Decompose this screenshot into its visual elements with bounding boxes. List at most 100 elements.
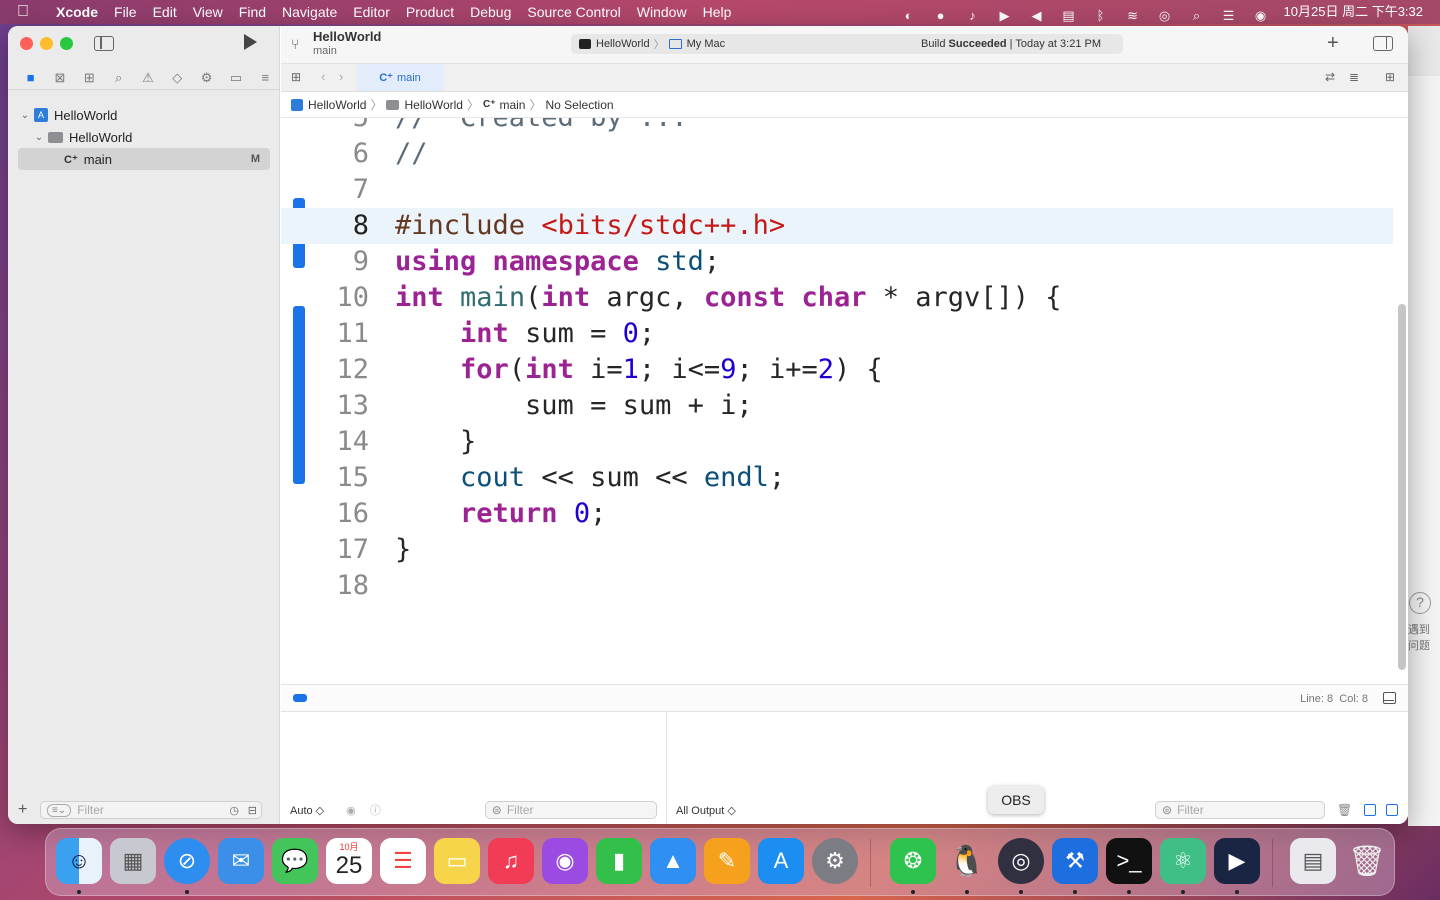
calendar-icon[interactable]: 10月 25 <box>326 838 372 884</box>
close-window-button[interactable] <box>20 37 33 50</box>
split-editor-icon[interactable]: ⊞ <box>1385 70 1395 84</box>
siri-icon[interactable]: ◉ <box>1252 4 1270 23</box>
menu-source-control[interactable]: Source Control <box>519 4 628 20</box>
eye-icon[interactable]: ◉ <box>346 804 356 817</box>
wifi-icon[interactable]: ≋ <box>1124 4 1142 23</box>
finder-icon[interactable]: ☺ <box>56 838 102 884</box>
control-center-icon[interactable]: ☰ <box>1220 4 1238 23</box>
hide-debug-area-icon[interactable] <box>1383 692 1396 704</box>
test-navigator-icon[interactable]: ◇ <box>163 70 192 86</box>
editor-options-icon[interactable]: ≣ <box>1349 70 1359 84</box>
atom-icon[interactable]: ⚛ <box>1160 838 1206 884</box>
jump-bar-item[interactable]: No Selection <box>546 98 614 112</box>
bluetooth-icon[interactable]: ᛒ <box>1092 4 1110 23</box>
trash-icon[interactable]: 🗑 <box>1337 803 1352 817</box>
navigator-filter-field[interactable]: ≡⌄ Filter ◷ ⊟ <box>40 801 262 819</box>
qq-icon[interactable]: 🐧 <box>944 838 990 884</box>
toggle-navigator-icon[interactable] <box>94 36 114 51</box>
menu-find[interactable]: Find <box>231 4 274 20</box>
project-navigator-icon[interactable]: ■ <box>16 70 45 85</box>
wechat-icon[interactable]: ❂ <box>890 838 936 884</box>
recent-files-icon[interactable]: ◷ <box>229 804 239 817</box>
source-control-navigator-icon[interactable]: ⊠ <box>45 70 74 86</box>
menu-view[interactable]: View <box>185 4 231 20</box>
symbol-navigator-icon[interactable]: ⊞ <box>75 70 104 86</box>
user-icon[interactable]: ◎ <box>1156 4 1174 23</box>
report-navigator-icon[interactable]: ≡ <box>251 70 280 85</box>
show-console-icon[interactable] <box>1386 804 1398 816</box>
wechat-status-icon[interactable]: ● <box>932 4 950 23</box>
toggle-inspector-icon[interactable] <box>1373 36 1393 51</box>
downloads-stack-icon[interactable]: ▤ <box>1290 838 1336 884</box>
jump-bar-item[interactable]: HelloWorld <box>404 98 462 112</box>
jump-bar-item[interactable]: HelloWorld <box>308 98 366 112</box>
tree-item-group[interactable]: ⌄ HelloWorld <box>18 126 270 148</box>
menu-edit[interactable]: Edit <box>145 4 185 20</box>
source-editor[interactable]: 5// Created by ... 6 // 7 8 #include <bits… <box>281 118 1408 684</box>
variables-scope-selector[interactable]: Auto ◇ <box>290 804 324 817</box>
find-navigator-icon[interactable]: ⌕ <box>104 70 133 86</box>
breakpoint-navigator-icon[interactable]: ▭ <box>221 70 250 86</box>
keynote-icon[interactable]: ▲ <box>650 838 696 884</box>
menu-editor[interactable]: Editor <box>345 4 398 20</box>
grid-menu-icon[interactable]: ⊞ <box>291 70 301 84</box>
console-filter-field[interactable]: ⊜ Filter <box>1155 801 1325 819</box>
pages-icon[interactable]: ✎ <box>704 838 750 884</box>
show-variables-icon[interactable] <box>1364 804 1376 816</box>
menu-app-name[interactable]: Xcode <box>46 4 106 20</box>
tree-item-file-main[interactable]: C⁺ main M <box>18 148 270 170</box>
variables-filter-field[interactable]: ⊜ Filter <box>484 801 657 819</box>
minimize-window-button[interactable] <box>40 37 53 50</box>
menu-clock[interactable]: 10月25日 周二 下午3:32 <box>1284 0 1423 24</box>
numbers-icon[interactable]: ▮ <box>596 838 642 884</box>
input-source-flag-icon[interactable]: ▤ <box>1060 4 1078 23</box>
filter-options-icon[interactable]: ≡⌄ <box>47 803 72 817</box>
mail-icon[interactable]: ✉ <box>218 838 264 884</box>
notes-icon[interactable]: ▭ <box>434 838 480 884</box>
music-icon[interactable]: ♫ <box>488 838 534 884</box>
volume-icon[interactable]: ◀ <box>1028 4 1046 23</box>
chevron-down-icon[interactable]: ⌄ <box>18 110 32 121</box>
zoom-window-button[interactable] <box>60 37 73 50</box>
run-button[interactable] <box>244 34 257 50</box>
launchpad-icon[interactable]: ▦ <box>110 838 156 884</box>
back-chevron-icon[interactable]: ‹ <box>321 69 325 84</box>
tree-item-project[interactable]: ⌄ A HelloWorld <box>18 104 270 126</box>
breakpoints-toggle-icon[interactable] <box>293 694 307 702</box>
menu-debug[interactable]: Debug <box>462 4 519 20</box>
notification-bell-icon[interactable]: ♪ <box>964 4 982 23</box>
play-circle-icon[interactable]: ▶ <box>996 4 1014 23</box>
spotlight-search-icon[interactable]: ⌕ <box>1188 4 1206 23</box>
obs-icon[interactable]: ◎ <box>998 838 1044 884</box>
debug-navigator-icon[interactable]: ⚙ <box>192 70 221 86</box>
terminal-icon[interactable]: >_ <box>1106 838 1152 884</box>
menu-product[interactable]: Product <box>398 4 462 20</box>
system-preferences-icon[interactable]: ⚙ <box>812 838 858 884</box>
output-selector[interactable]: All Output ◇ <box>676 804 736 817</box>
menu-navigate[interactable]: Navigate <box>274 4 345 20</box>
destination-selector[interactable]: My Mac <box>687 38 726 50</box>
issue-navigator-icon[interactable]: ⚠ <box>133 70 162 86</box>
forward-chevron-icon[interactable]: › <box>339 69 343 84</box>
messages-icon[interactable]: 💬 <box>272 838 318 884</box>
podcasts-icon[interactable]: ◉ <box>542 838 588 884</box>
apple-menu-icon[interactable]:  <box>0 3 46 21</box>
jump-bar-item[interactable]: main <box>499 98 525 112</box>
app-store-icon[interactable]: A <box>758 838 804 884</box>
safari-icon[interactable]: ⊘ <box>164 838 210 884</box>
help-circle-icon[interactable]: ? <box>1409 592 1431 614</box>
chevron-down-icon[interactable]: ⌄ <box>32 132 46 143</box>
tab-main[interactable]: C⁺ main <box>357 64 443 91</box>
vertical-scrollbar[interactable] <box>1398 304 1406 670</box>
add-icon[interactable]: + <box>18 801 36 819</box>
vpn-icon[interactable]: ◐ <box>900 4 918 23</box>
scheme-selector[interactable]: HelloWorld <box>596 38 650 50</box>
info-icon[interactable]: ⓘ <box>370 802 381 818</box>
menu-window[interactable]: Window <box>629 4 695 20</box>
menu-help[interactable]: Help <box>695 4 740 20</box>
video-player-icon[interactable]: ▶ <box>1214 838 1260 884</box>
related-items-icon[interactable]: ⇄ <box>1325 70 1335 84</box>
reminders-icon[interactable]: ☰ <box>380 838 426 884</box>
menu-file[interactable]: File <box>106 4 145 20</box>
add-library-button[interactable]: + <box>1327 32 1339 55</box>
